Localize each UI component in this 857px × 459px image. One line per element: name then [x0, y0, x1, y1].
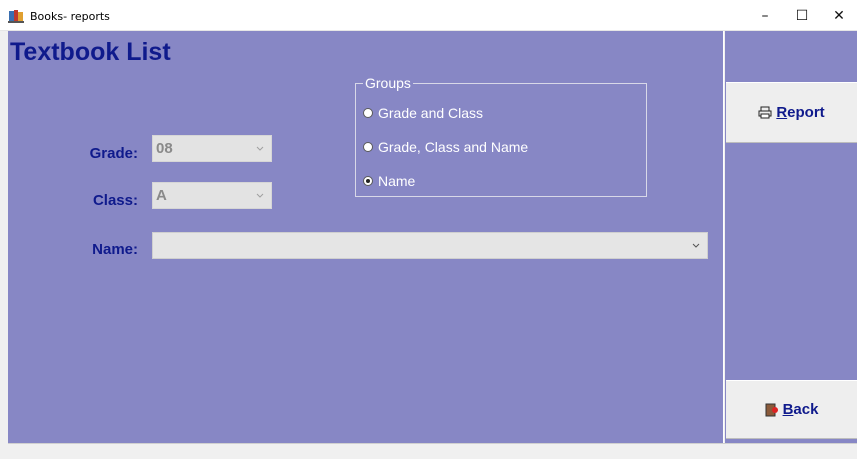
class-value: A: [156, 187, 167, 204]
radio-button[interactable]: [363, 142, 373, 152]
radio-label: Grade, Class and Name: [378, 139, 529, 155]
class-select[interactable]: A: [152, 182, 272, 209]
report-label: eport: [787, 104, 825, 121]
radio-grade-and-class[interactable]: Grade and Class: [363, 105, 483, 121]
chevron-down-icon: [256, 193, 264, 198]
app-icon: [8, 10, 24, 23]
report-button[interactable]: Report: [726, 82, 857, 143]
grade-value: 08: [156, 140, 173, 157]
name-select[interactable]: [152, 232, 708, 259]
name-label: Name:: [92, 241, 138, 258]
grade-select[interactable]: 08: [152, 135, 272, 162]
back-label: ack: [793, 401, 819, 418]
back-button[interactable]: Back: [726, 380, 857, 439]
printer-icon: [758, 106, 772, 119]
class-label: Class:: [92, 192, 138, 209]
radio-button[interactable]: [363, 176, 373, 186]
back-accel: B: [782, 401, 794, 418]
chevron-down-icon: [256, 146, 264, 151]
page-title: Textbook List: [10, 38, 171, 66]
title-bar: Books- reports – ☐ ✕: [0, 0, 857, 31]
groups-legend: Groups: [363, 75, 413, 91]
report-accel: R: [776, 104, 788, 121]
chevron-down-icon: [692, 243, 700, 248]
grade-label: Grade:: [89, 145, 138, 162]
radio-label: Grade and Class: [378, 105, 484, 121]
app-window: Books- reports – ☐ ✕ Textbook List Grade…: [0, 0, 857, 459]
window-title: Books- reports: [30, 10, 110, 23]
exit-icon: [765, 403, 778, 416]
status-bar: [8, 443, 857, 459]
radio-button[interactable]: [363, 108, 373, 118]
radio-grade-class-and-name[interactable]: Grade, Class and Name: [363, 139, 528, 155]
radio-name[interactable]: Name: [363, 173, 415, 189]
radio-label: Name: [378, 173, 416, 189]
window-frame-left: [0, 31, 8, 459]
close-button[interactable]: ✕: [816, 0, 857, 31]
